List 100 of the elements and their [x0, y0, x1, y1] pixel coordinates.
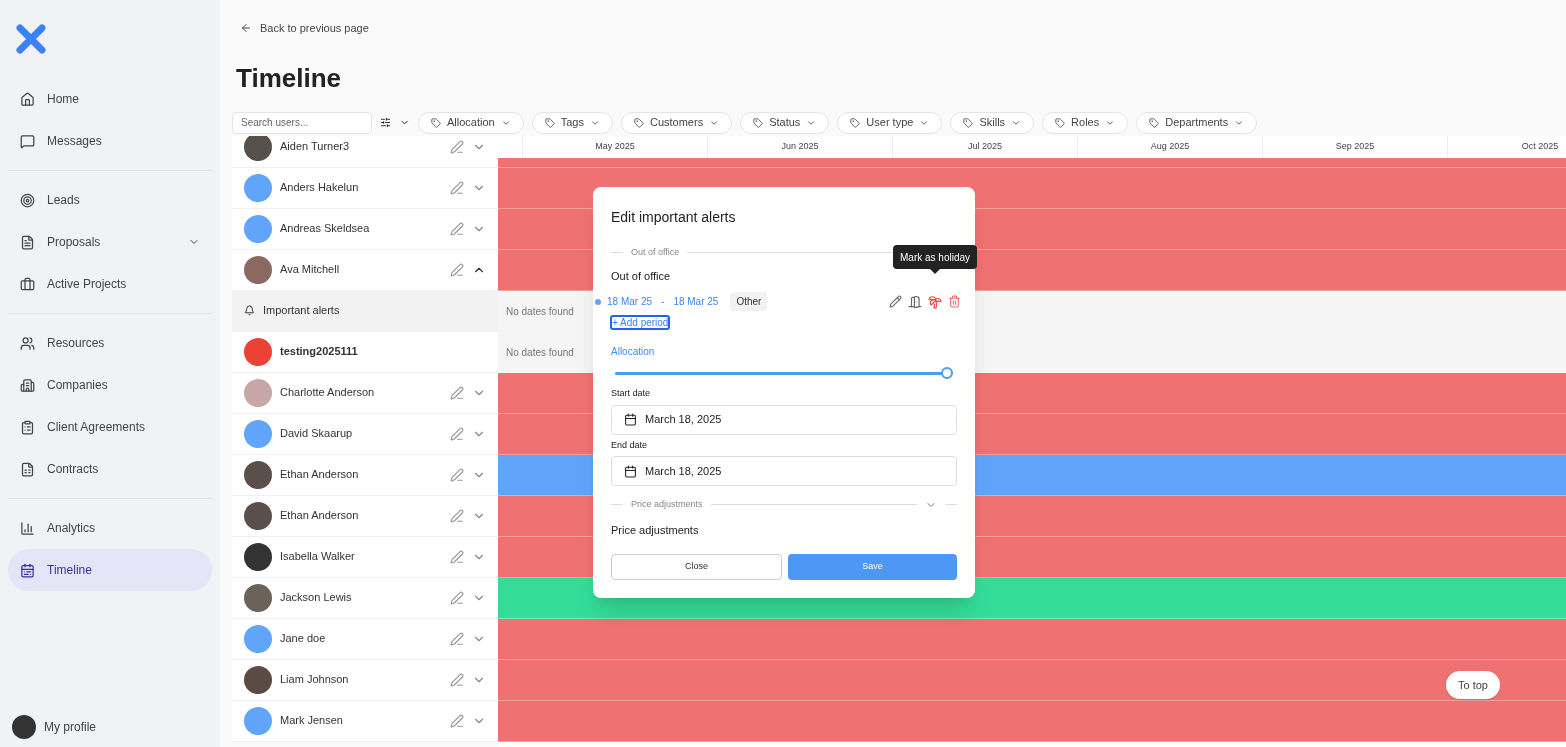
filter-dropdown[interactable]: Tags: [531, 111, 613, 134]
edit-icon[interactable]: [450, 672, 464, 687]
sidebar-item[interactable]: Analytics: [8, 507, 212, 549]
empty-message: No dates found: [506, 304, 574, 319]
tag-icon: [753, 117, 764, 128]
edit-icon[interactable]: [450, 385, 464, 400]
edit-icon[interactable]: [450, 221, 464, 236]
user-name: Anders Hakelun: [280, 180, 360, 196]
edit-icon[interactable]: [450, 467, 464, 482]
filter-dropdown[interactable]: Status: [740, 111, 830, 134]
user-name: David Skaarup: [280, 426, 354, 442]
back-icon[interactable]: [240, 22, 252, 35]
tag-icon: [431, 117, 441, 128]
edit-icon[interactable]: [450, 139, 464, 154]
filter-dropdown[interactable]: User type: [837, 111, 943, 134]
filter-dropdown[interactable]: Skills: [950, 111, 1035, 134]
back-link[interactable]: Back to previous page: [260, 20, 369, 37]
month-header: Oct 2025: [1447, 135, 1566, 158]
allocation-slider[interactable]: [615, 367, 953, 379]
user-name: Liam Johnson: [280, 672, 350, 688]
profile-link[interactable]: My profile: [44, 718, 96, 736]
user-name: Ava Mitchell: [280, 262, 341, 278]
sidebar-item[interactable]: Active Projects: [8, 263, 212, 305]
delete-icon[interactable]: [948, 295, 961, 308]
nav-icon: [20, 234, 35, 250]
add-period-link[interactable]: + Add period: [610, 315, 671, 330]
edit-icon[interactable]: [450, 590, 464, 605]
nav-icon: [20, 419, 35, 435]
bell-icon: [244, 305, 255, 316]
user-name: Important alerts: [263, 303, 341, 319]
tag-icon: [544, 117, 555, 128]
filter-dropdown[interactable]: Roles: [1042, 111, 1129, 134]
sidebar-item[interactable]: Contracts: [8, 448, 212, 490]
edit-icon[interactable]: [450, 426, 464, 441]
sidebar-item[interactable]: Home: [8, 78, 212, 120]
nav-icon: [20, 335, 35, 351]
edit-icon[interactable]: [889, 295, 902, 308]
palm-tree-icon[interactable]: [928, 294, 942, 309]
field-label: Allocation: [611, 345, 656, 359]
edit-icon[interactable]: [450, 508, 464, 523]
sidebar-item[interactable]: Companies: [8, 364, 212, 406]
month-header: May 2025: [522, 135, 707, 158]
sidebar-item[interactable]: Resources: [8, 322, 212, 364]
month-header: Aug 2025: [1077, 135, 1262, 158]
avatar-icon: [12, 715, 36, 739]
sidebar-item[interactable]: Client Agreements: [8, 406, 212, 448]
type-tag: Other: [730, 292, 768, 311]
section-divider-label: Price adjustments: [631, 498, 703, 511]
user-name: Aiden Turner3: [280, 139, 351, 155]
nav-icon: [20, 133, 35, 149]
month-header: Jun 2025: [707, 135, 892, 158]
sidebar-item[interactable]: Proposals: [8, 221, 212, 263]
end-date-field[interactable]: March 18, 2025: [611, 456, 957, 486]
tag-icon: [1055, 117, 1066, 128]
field-label: End date: [611, 438, 649, 452]
nav-icon: [20, 192, 35, 208]
start-date-field[interactable]: March 18, 2025: [611, 404, 957, 435]
close-button[interactable]: Close: [611, 554, 782, 580]
nav-icon: [20, 562, 35, 578]
section-heading: Price adjustments: [611, 522, 699, 538]
tooltip-arrow-icon: [930, 269, 940, 274]
filter-dropdown[interactable]: Customers: [620, 111, 733, 134]
edit-icon[interactable]: [450, 631, 464, 646]
door-icon[interactable]: [908, 294, 922, 309]
user-name: Jane doe: [280, 631, 327, 647]
nav-icon: [20, 461, 35, 477]
month-header: Jul 2025: [892, 135, 1077, 158]
user-name: Charlotte Anderson: [280, 385, 376, 401]
month-header: Sep 2025: [1262, 135, 1447, 158]
page-title: Timeline: [236, 61, 342, 95]
user-name: Ethan Anderson: [280, 508, 360, 524]
edit-icon[interactable]: [450, 262, 464, 277]
edit-icon[interactable]: [450, 180, 464, 195]
period-start: 18 Mar 25: [607, 295, 653, 309]
calendar-icon: [624, 413, 637, 426]
tag-icon: [1149, 117, 1160, 128]
sidebar-item[interactable]: Timeline: [8, 549, 212, 591]
sort-icon[interactable]: [380, 117, 391, 128]
logo-icon: [16, 24, 46, 54]
edit-icon[interactable]: [450, 549, 464, 564]
to-top-button[interactable]: To top: [1446, 671, 1500, 699]
dialog-title: Edit important alerts: [611, 208, 737, 227]
filter-dropdown[interactable]: Allocation: [418, 111, 524, 134]
nav-icon: [20, 91, 35, 107]
section-divider-label: Out of office: [631, 246, 680, 259]
edit-icon[interactable]: [450, 713, 464, 728]
user-name: Ethan Anderson: [280, 467, 360, 483]
user-name: testing2025111: [280, 344, 359, 360]
tooltip: Mark as holiday: [893, 245, 978, 269]
sidebar-item[interactable]: Messages: [8, 120, 212, 162]
filter-dropdown[interactable]: Departments: [1136, 111, 1258, 134]
nav-icon: [20, 520, 35, 536]
field-label: Start date: [611, 387, 652, 400]
search-field[interactable]: Search users...: [232, 111, 372, 134]
sidebar-item[interactable]: Leads: [8, 179, 212, 221]
nav-icon: [20, 276, 35, 292]
tag-icon: [633, 117, 644, 128]
tag-icon: [963, 117, 974, 128]
user-name: Isabella Walker: [280, 549, 356, 565]
nav-icon: [20, 377, 35, 393]
